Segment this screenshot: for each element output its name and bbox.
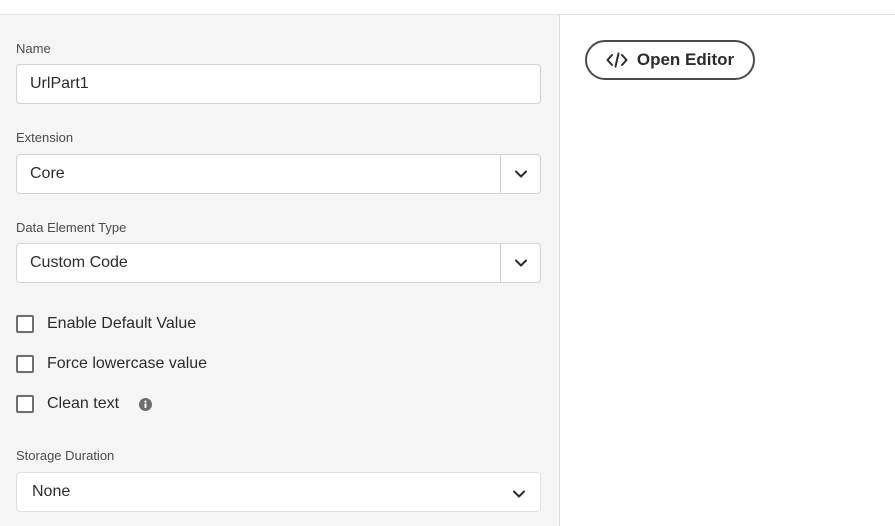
editor-panel: [560, 15, 895, 526]
extension-picker[interactable]: Core: [16, 154, 541, 194]
name-field[interactable]: [16, 64, 541, 104]
chevron-down-icon: [514, 259, 527, 267]
extension-label: Extension: [16, 130, 74, 145]
clean-text-checkbox[interactable]: Clean text: [16, 393, 153, 415]
storage-duration-picker[interactable]: None: [16, 472, 541, 512]
type-dropdown-button[interactable]: [500, 244, 540, 282]
type-value: Custom Code: [30, 254, 128, 271]
checkbox-label: Enable Default Value: [47, 315, 197, 332]
force-lowercase-checkbox[interactable]: Force lowercase value: [16, 353, 207, 375]
extension-dropdown-button[interactable]: [500, 155, 540, 193]
top-bar: [0, 0, 895, 15]
checkbox-label: Force lowercase value: [47, 355, 208, 372]
type-label: Data Element Type: [16, 220, 127, 235]
open-editor-label: Open Editor: [636, 50, 735, 69]
storage-duration-value: None: [32, 483, 71, 500]
checkbox-box[interactable]: [16, 355, 34, 373]
type-picker[interactable]: Custom Code: [16, 243, 541, 283]
open-editor-button[interactable]: Open Editor: [585, 40, 755, 80]
chevron-down-icon: [513, 485, 525, 503]
checkbox-label: Clean text: [47, 395, 120, 412]
name-label: Name: [16, 41, 51, 56]
code-icon: [606, 52, 628, 68]
chevron-down-icon: [514, 170, 527, 178]
checkbox-box[interactable]: [16, 395, 34, 413]
info-icon[interactable]: [139, 397, 153, 411]
enable-default-value-checkbox[interactable]: Enable Default Value: [16, 313, 196, 335]
storage-duration-label: Storage Duration: [16, 448, 115, 463]
checkbox-box[interactable]: [16, 315, 34, 333]
extension-value: Core: [30, 165, 65, 182]
